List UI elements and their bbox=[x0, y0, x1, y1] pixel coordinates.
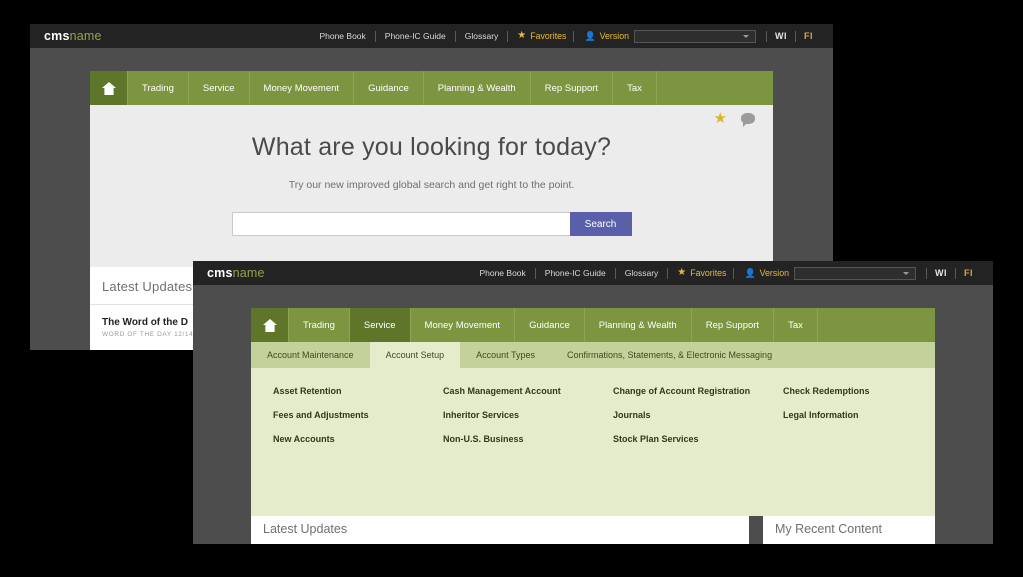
browser-window-service[interactable]: cmsname Phone Book Phone-IC Guide Glossa… bbox=[193, 261, 993, 544]
star-icon[interactable]: ★ bbox=[714, 111, 727, 126]
nav-item-service[interactable]: Service bbox=[189, 71, 250, 105]
top-utility-bar-win1: cmsname Phone Book Phone-IC Guide Glossa… bbox=[30, 24, 833, 48]
link-glossary[interactable]: Glossary bbox=[456, 24, 508, 48]
nav-item-rep-support[interactable]: Rep Support bbox=[692, 308, 775, 342]
nav-item-rep-support[interactable]: Rep Support bbox=[531, 71, 614, 105]
version-select[interactable] bbox=[794, 266, 916, 280]
mega-menu-grid: Asset Retention Cash Management Account … bbox=[251, 386, 935, 444]
favorites-button[interactable]: ★ Favorites bbox=[508, 30, 573, 42]
top-utility-links-win2: Phone Book Phone-IC Guide Glossary ★ Fav… bbox=[470, 261, 981, 285]
subnav-item-account-setup[interactable]: Account Setup bbox=[369, 342, 461, 368]
hero-search-section: ★ What are you looking for today? Try ou… bbox=[90, 105, 773, 267]
locale-wi[interactable]: WI bbox=[767, 31, 795, 41]
locale-fi[interactable]: FI bbox=[796, 31, 821, 41]
menu-item-inheritor-services[interactable]: Inheritor Services bbox=[443, 410, 613, 420]
menu-item-check-redemptions[interactable]: Check Redemptions bbox=[783, 386, 953, 396]
version-button[interactable]: 👤 Version bbox=[574, 31, 634, 41]
home-icon bbox=[262, 318, 277, 332]
subnav-item-account-maintenance[interactable]: Account Maintenance bbox=[251, 342, 370, 368]
version-label: Version bbox=[599, 31, 629, 41]
link-glossary[interactable]: Glossary bbox=[616, 261, 668, 285]
menu-item-cash-management-account[interactable]: Cash Management Account bbox=[443, 386, 613, 396]
menu-item-fees-and-adjustments[interactable]: Fees and Adjustments bbox=[273, 410, 443, 420]
subnav-item-account-types[interactable]: Account Types bbox=[460, 342, 551, 368]
nav-filler bbox=[818, 308, 935, 342]
brand-bold: cms bbox=[44, 29, 70, 43]
hero-action-icons: ★ bbox=[714, 111, 755, 127]
person-icon: 👤 bbox=[744, 267, 756, 278]
star-icon: ★ bbox=[517, 30, 527, 41]
top-utility-links-win1: Phone Book Phone-IC Guide Glossary ★ Fav… bbox=[310, 24, 821, 48]
nav-item-trading[interactable]: Trading bbox=[128, 71, 189, 105]
nav-item-guidance[interactable]: Guidance bbox=[515, 308, 585, 342]
person-icon: 👤 bbox=[584, 30, 596, 41]
star-icon: ★ bbox=[677, 267, 687, 278]
nav-home-tab[interactable] bbox=[90, 71, 128, 105]
menu-item-empty bbox=[783, 434, 953, 444]
link-phone-ic-guide[interactable]: Phone-IC Guide bbox=[376, 24, 455, 48]
link-phone-ic-guide[interactable]: Phone-IC Guide bbox=[536, 261, 615, 285]
favorites-label: Favorites bbox=[690, 268, 727, 278]
nav-item-trading[interactable]: Trading bbox=[289, 308, 350, 342]
locale-fi[interactable]: FI bbox=[956, 268, 981, 278]
home-icon bbox=[101, 81, 116, 95]
menu-item-journals[interactable]: Journals bbox=[613, 410, 783, 420]
menu-item-asset-retention[interactable]: Asset Retention bbox=[273, 386, 443, 396]
subnav-filler bbox=[788, 342, 935, 368]
link-phone-book[interactable]: Phone Book bbox=[310, 24, 374, 48]
locale-wi[interactable]: WI bbox=[927, 268, 955, 278]
nav-item-tax[interactable]: Tax bbox=[613, 71, 657, 105]
nav-item-planning-wealth[interactable]: Planning & Wealth bbox=[585, 308, 692, 342]
window-gap-win1 bbox=[30, 48, 833, 71]
brand-bold: cms bbox=[207, 266, 233, 280]
nav-item-money-movement[interactable]: Money Movement bbox=[250, 71, 355, 105]
my-recent-content-panel: My Recent Content bbox=[763, 516, 935, 544]
version-select[interactable] bbox=[634, 29, 756, 43]
page-title: What are you looking for today? bbox=[251, 133, 612, 161]
version-label: Version bbox=[759, 268, 789, 278]
search-input[interactable] bbox=[231, 212, 570, 236]
nav-filler bbox=[657, 71, 773, 105]
page-container-win2: Trading Service Money Movement Guidance … bbox=[251, 308, 935, 544]
latest-updates-title: Latest Updates bbox=[263, 522, 348, 536]
hero: What are you looking for today? Try our … bbox=[90, 105, 773, 236]
mega-menu-account-setup: Asset Retention Cash Management Account … bbox=[251, 368, 935, 516]
nav-item-service[interactable]: Service bbox=[349, 308, 411, 342]
nav-home-tab[interactable] bbox=[251, 308, 289, 342]
main-nav-win2: Trading Service Money Movement Guidance … bbox=[251, 308, 935, 342]
nav-item-guidance[interactable]: Guidance bbox=[354, 71, 424, 105]
menu-item-change-of-account-registration[interactable]: Change of Account Registration bbox=[613, 386, 783, 396]
search-button[interactable]: Search bbox=[569, 212, 632, 236]
brand-logo-win1[interactable]: cmsname bbox=[44, 29, 102, 43]
favorites-label: Favorites bbox=[530, 31, 567, 41]
menu-item-new-accounts[interactable]: New Accounts bbox=[273, 434, 443, 444]
search-row: Search bbox=[90, 212, 773, 236]
menu-item-non-us-business[interactable]: Non-U.S. Business bbox=[443, 434, 613, 444]
link-phone-book[interactable]: Phone Book bbox=[470, 261, 534, 285]
subnav-item-confirmations-statements[interactable]: Confirmations, Statements, & Electronic … bbox=[551, 342, 788, 368]
favorites-button[interactable]: ★ Favorites bbox=[668, 267, 733, 279]
menu-item-stock-plan-services[interactable]: Stock Plan Services bbox=[613, 434, 783, 444]
nav-item-money-movement[interactable]: Money Movement bbox=[411, 308, 516, 342]
window-gap-win2 bbox=[193, 285, 993, 308]
sub-nav: Account Maintenance Account Setup Accoun… bbox=[251, 342, 935, 368]
chevron-down-icon bbox=[743, 34, 749, 38]
main-nav-win1: Trading Service Money Movement Guidance … bbox=[90, 71, 773, 105]
hero-subtext: Try our new improved global search and g… bbox=[288, 179, 575, 191]
desktop-background: cmsname Phone Book Phone-IC Guide Glossa… bbox=[0, 0, 1023, 577]
menu-item-legal-information[interactable]: Legal Information bbox=[783, 410, 953, 420]
brand-logo-win2[interactable]: cmsname bbox=[207, 266, 265, 280]
my-recent-content-title: My Recent Content bbox=[775, 522, 882, 536]
nav-item-tax[interactable]: Tax bbox=[774, 308, 818, 342]
nav-item-planning-wealth[interactable]: Planning & Wealth bbox=[424, 71, 531, 105]
latest-updates-panel-win2: Latest Updates bbox=[251, 516, 749, 544]
brand-light: name bbox=[232, 266, 265, 280]
chat-icon[interactable] bbox=[741, 113, 755, 127]
brand-light: name bbox=[69, 29, 102, 43]
bottom-panels: Latest Updates My Recent Content bbox=[251, 516, 935, 544]
chevron-down-icon bbox=[903, 271, 909, 275]
top-utility-bar-win2: cmsname Phone Book Phone-IC Guide Glossa… bbox=[193, 261, 993, 285]
version-button[interactable]: 👤 Version bbox=[734, 268, 794, 278]
